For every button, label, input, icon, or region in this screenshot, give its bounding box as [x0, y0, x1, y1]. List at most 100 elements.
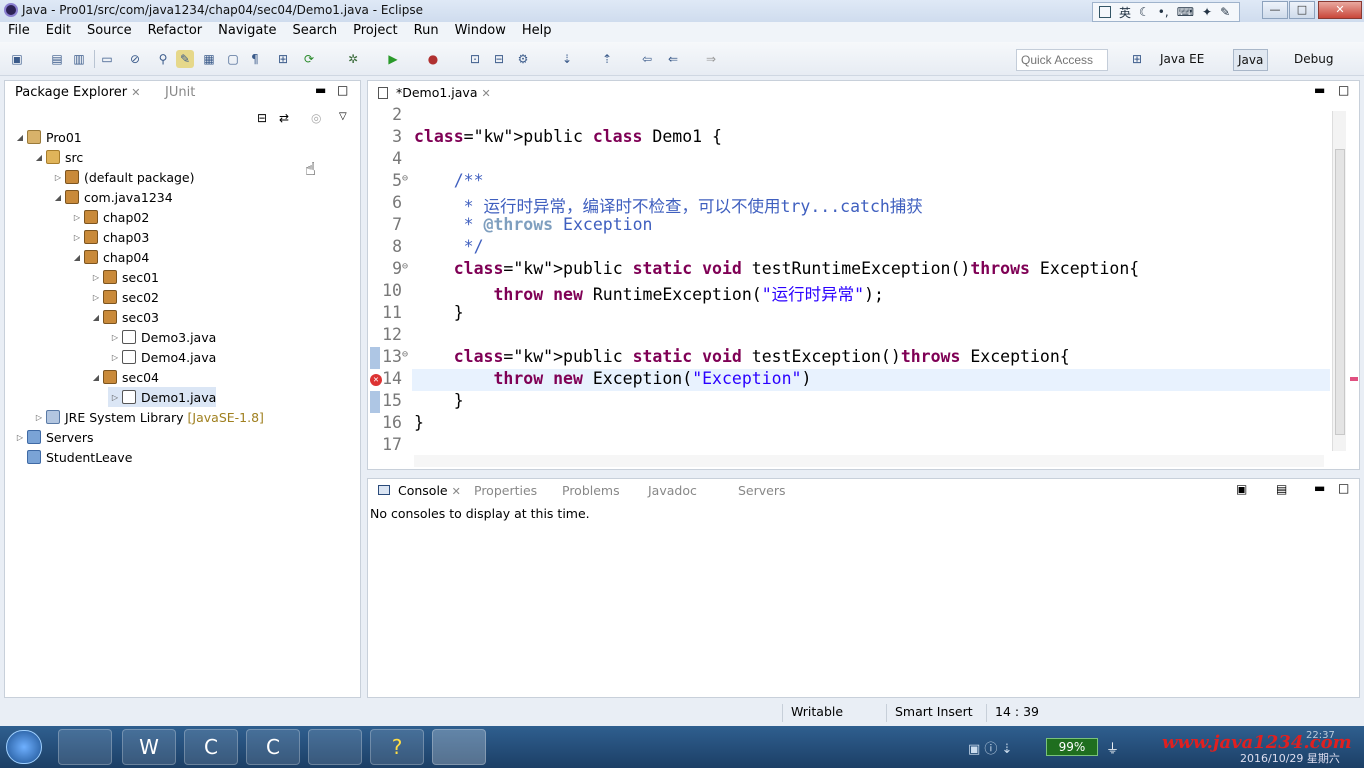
toolbox-icon[interactable]: ✦: [1202, 5, 1212, 19]
code-line[interactable]: * 运行时异常，编译时不检查，可以不使用try...catch捕获: [414, 193, 923, 217]
punctuation-icon[interactable]: •,: [1158, 5, 1169, 19]
word-wrap-icon[interactable]: ▢: [224, 50, 242, 68]
tab-package-explorer[interactable]: Package Explorer ✕: [9, 84, 147, 104]
run-icon[interactable]: ▶: [384, 50, 402, 68]
collapsed-arrow-icon[interactable]: ▷: [32, 413, 46, 422]
camtasia-app[interactable]: C: [184, 729, 238, 765]
tab-javadoc[interactable]: Javadoc: [642, 482, 703, 502]
menu-search[interactable]: Search: [284, 22, 345, 42]
block-selection-icon[interactable]: ▦: [200, 50, 218, 68]
tree-item[interactable]: ◢ sec03: [89, 307, 159, 327]
code-line[interactable]: throw new Exception("Exception"): [414, 369, 811, 388]
minimize-console-icon[interactable]: ▬: [1314, 481, 1325, 495]
power-icon[interactable]: ⏚: [1106, 738, 1119, 757]
show-whitespace-icon[interactable]: ¶: [246, 50, 264, 68]
new-icon[interactable]: ▣: [8, 50, 26, 68]
battery-indicator[interactable]: 99%: [1046, 738, 1098, 756]
help-app[interactable]: ?: [370, 729, 424, 765]
error-marker-overview[interactable]: [1350, 377, 1358, 381]
collapsed-arrow-icon[interactable]: ▷: [13, 433, 27, 442]
maximize-view-icon[interactable]: □: [337, 83, 348, 97]
menu-navigate[interactable]: Navigate: [210, 22, 284, 42]
collapsed-arrow-icon[interactable]: ▷: [70, 233, 84, 242]
perspective-debug[interactable]: Debug: [1290, 49, 1337, 71]
code-line[interactable]: throw new RuntimeException("运行时异常");: [414, 281, 883, 305]
close-button[interactable]: ✕: [1318, 1, 1362, 19]
tray-icons[interactable]: ▣ ⓘ ⇣: [968, 738, 1012, 757]
mark-occurrences-icon[interactable]: ✎: [176, 50, 194, 68]
minimize-view-icon[interactable]: ▬: [315, 83, 326, 97]
menu-refactor[interactable]: Refactor: [140, 22, 211, 42]
skip-breakpoints-icon[interactable]: ⊘: [126, 50, 144, 68]
code-line[interactable]: }: [414, 303, 464, 322]
expanded-arrow-icon[interactable]: ◢: [70, 253, 84, 262]
vertical-scrollbar[interactable]: [1332, 111, 1346, 451]
menu-window[interactable]: Window: [447, 22, 514, 42]
code-line[interactable]: */: [414, 237, 484, 256]
expanded-arrow-icon[interactable]: ◢: [89, 373, 103, 382]
collapsed-arrow-icon[interactable]: ▷: [51, 173, 65, 182]
chrome-app[interactable]: [308, 729, 362, 765]
save-icon[interactable]: ▤: [48, 50, 66, 68]
tab-properties[interactable]: Properties: [468, 482, 543, 502]
menu-run[interactable]: Run: [406, 22, 447, 42]
open-type-icon[interactable]: ⊟: [490, 50, 508, 68]
search-icon[interactable]: ⚙: [514, 50, 532, 68]
quick-access-input[interactable]: [1016, 49, 1108, 71]
expanded-arrow-icon[interactable]: ◢: [51, 193, 65, 202]
perspective-java-ee[interactable]: Java EE: [1156, 49, 1208, 71]
previous-annotation-icon[interactable]: ⇡: [598, 50, 616, 68]
code-line[interactable]: class="kw">public static void testExcept…: [414, 347, 1070, 366]
collapsed-arrow-icon[interactable]: ▷: [89, 273, 103, 282]
code-area[interactable]: 2 3 class="kw">public class Demo1 {4 ⊖ 5 /**…: [368, 105, 1330, 455]
fold-toggle-icon[interactable]: ⊖: [402, 173, 408, 184]
menu-source[interactable]: Source: [79, 22, 140, 42]
collapsed-arrow-icon[interactable]: ▷: [70, 213, 84, 222]
debug-icon[interactable]: ✲: [344, 50, 362, 68]
collapsed-arrow-icon[interactable]: ▷: [108, 353, 122, 362]
collapsed-arrow-icon[interactable]: ▷: [108, 333, 122, 342]
menu-file[interactable]: File: [0, 22, 38, 42]
tree-item[interactable]: ▷ JRE System Library [JavaSE-1.8]: [32, 407, 264, 427]
tree-item[interactable]: ▷ Servers: [13, 427, 94, 447]
tree-item[interactable]: StudentLeave: [13, 447, 132, 467]
eclipse-app[interactable]: [432, 729, 486, 765]
code-line[interactable]: }: [414, 413, 424, 432]
code-line[interactable]: * @throws Exception: [414, 215, 653, 234]
start-button[interactable]: [6, 730, 42, 764]
camtasia-recorder-app[interactable]: C: [246, 729, 300, 765]
collapsed-arrow-icon[interactable]: ▷: [108, 393, 122, 402]
code-line[interactable]: }: [414, 391, 464, 410]
last-edit-icon[interactable]: ⇦: [638, 50, 656, 68]
fold-toggle-icon[interactable]: ⊖: [402, 261, 408, 272]
maximize-editor-icon[interactable]: □: [1338, 83, 1349, 97]
refresh-icon[interactable]: ⟳: [300, 50, 318, 68]
code-line[interactable]: class="kw">public static void testRuntim…: [414, 259, 1139, 278]
tree-item[interactable]: ▷ chap02: [70, 207, 149, 227]
perspective-java[interactable]: Java: [1233, 49, 1269, 71]
expanded-arrow-icon[interactable]: ◢: [13, 133, 27, 142]
open-console-menu-icon[interactable]: ▤: [1276, 482, 1287, 496]
fold-toggle-icon[interactable]: ⊖: [402, 349, 408, 360]
open-console-icon[interactable]: ▭: [98, 50, 116, 68]
maximize-button[interactable]: □: [1289, 1, 1315, 19]
expanded-arrow-icon[interactable]: ◢: [32, 153, 46, 162]
focus-icon[interactable]: ◎: [311, 111, 321, 125]
maximize-console-icon[interactable]: □: [1338, 481, 1349, 495]
horizontal-scrollbar[interactable]: [414, 455, 1324, 467]
menu-edit[interactable]: Edit: [38, 22, 79, 42]
view-menu-icon[interactable]: ▽: [339, 111, 347, 122]
tree-item[interactable]: ▷ Demo4.java: [108, 347, 216, 367]
tab-console[interactable]: Console ✕: [372, 482, 467, 502]
external-tools-icon[interactable]: ●: [424, 50, 442, 68]
tree-item[interactable]: ◢ Pro01: [13, 127, 82, 147]
tree-item[interactable]: ◢ sec04: [89, 367, 159, 387]
ime-toolbar[interactable]: 英 ☾ •, ⌨ ✦ ✎: [1092, 2, 1240, 22]
forward-icon[interactable]: ⇒: [702, 50, 720, 68]
ime-language-label[interactable]: 英: [1119, 4, 1131, 21]
display-console-icon[interactable]: ▣: [1236, 482, 1247, 496]
tree-item[interactable]: ▷ Demo3.java: [108, 327, 216, 347]
tree-item[interactable]: ◢ src: [32, 147, 83, 167]
moon-icon[interactable]: ☾: [1139, 5, 1150, 19]
tab-demo1-java[interactable]: *Demo1.java ✕: [372, 84, 497, 104]
